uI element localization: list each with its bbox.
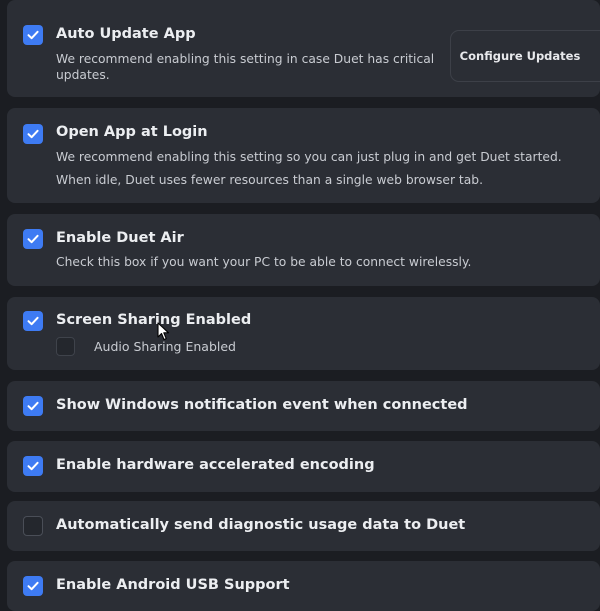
setting-card-duet-air: Enable Duet Air Check this box if you wa… — [7, 214, 600, 286]
auto-update-description-line-2: updates. — [56, 68, 110, 82]
windows-notification-checkbox[interactable] — [23, 396, 43, 416]
open-at-login-checkbox[interactable] — [23, 124, 43, 144]
diagnostics-title: Automatically send diagnostic usage data… — [56, 517, 466, 533]
open-at-login-description-line-1: We recommend enabling this setting so yo… — [56, 150, 562, 164]
android-usb-title: Enable Android USB Support — [56, 577, 290, 593]
check-icon — [27, 129, 39, 139]
check-icon — [27, 581, 39, 591]
setting-card-windows-notification: Show Windows notification event when con… — [7, 381, 600, 431]
auto-update-description-line-1: We recommend enabling this setting in ca… — [56, 52, 435, 66]
check-icon — [27, 316, 39, 326]
configure-updates-button[interactable]: Configure Updates — [450, 30, 600, 82]
setting-card-android-usb: Enable Android USB Support — [7, 561, 600, 611]
hw-encoding-checkbox[interactable] — [23, 456, 43, 476]
duet-air-description: Check this box if you want your PC to be… — [56, 255, 472, 269]
setting-card-screen-sharing: Screen Sharing Enabled Audio Sharing Ena… — [7, 297, 600, 370]
check-icon — [27, 461, 39, 471]
setting-card-hw-encoding: Enable hardware accelerated encoding — [7, 441, 600, 492]
open-at-login-description-line-2: When idle, Duet uses fewer resources tha… — [56, 173, 483, 187]
auto-update-title: Auto Update App — [56, 26, 196, 42]
setting-card-auto-update: Auto Update App We recommend enabling th… — [7, 0, 600, 97]
mouse-pointer-icon — [157, 322, 170, 341]
windows-notification-title: Show Windows notification event when con… — [56, 397, 468, 413]
auto-update-checkbox[interactable] — [23, 25, 43, 45]
diagnostics-checkbox[interactable] — [23, 516, 43, 536]
audio-sharing-checkbox[interactable] — [56, 337, 75, 356]
hw-encoding-title: Enable hardware accelerated encoding — [56, 457, 375, 473]
setting-card-open-at-login: Open App at Login We recommend enabling … — [7, 108, 600, 203]
duet-air-title: Enable Duet Air — [56, 230, 184, 246]
check-icon — [27, 234, 39, 244]
android-usb-checkbox[interactable] — [23, 576, 43, 596]
screen-sharing-checkbox[interactable] — [23, 311, 43, 331]
check-icon — [27, 401, 39, 411]
check-icon — [27, 30, 39, 40]
open-at-login-title: Open App at Login — [56, 124, 208, 140]
duet-air-checkbox[interactable] — [23, 229, 43, 249]
screen-sharing-title: Screen Sharing Enabled — [56, 312, 252, 328]
setting-card-diagnostics: Automatically send diagnostic usage data… — [7, 501, 600, 551]
